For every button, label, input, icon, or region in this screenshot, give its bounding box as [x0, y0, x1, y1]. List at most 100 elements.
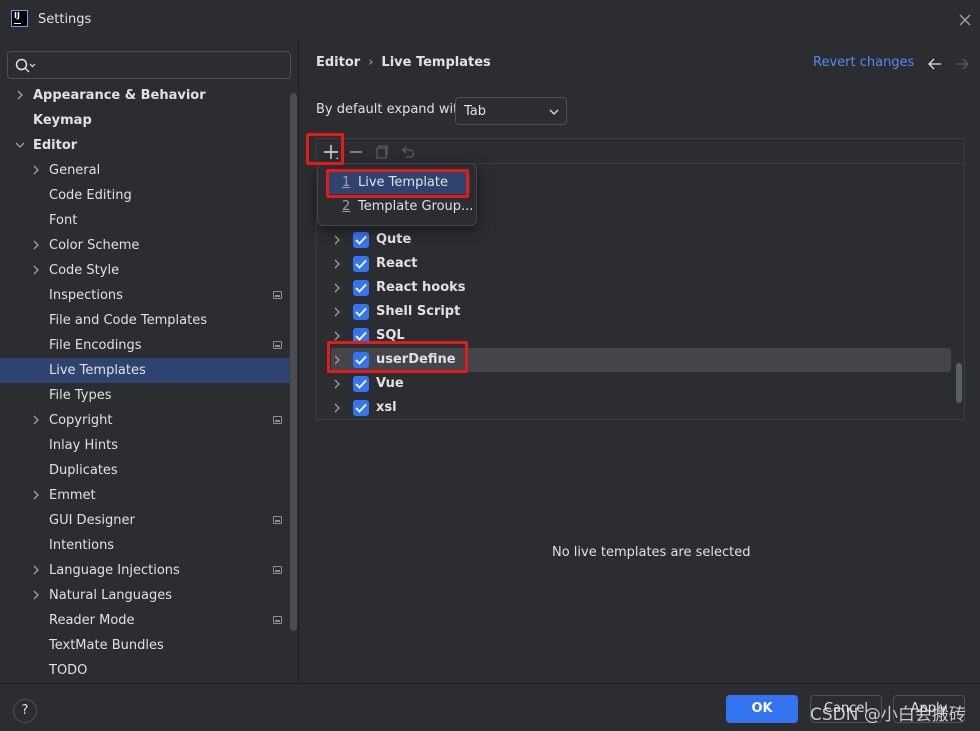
sidebar-item-inspections[interactable]: Inspections: [0, 283, 290, 308]
sidebar-item-natural-languages[interactable]: Natural Languages: [0, 583, 290, 608]
sidebar-item-file-and-code-templates[interactable]: File and Code Templates: [0, 308, 290, 333]
chevron-right-icon[interactable]: [15, 90, 25, 100]
chevron-right-icon[interactable]: [31, 265, 41, 275]
template-group-react-hooks[interactable]: React hooks: [317, 276, 964, 300]
sidebar-item-language-injections[interactable]: Language Injections: [0, 558, 290, 583]
project-level-icon: [273, 341, 282, 349]
chevron-right-icon[interactable]: [332, 307, 342, 317]
chevron-right-icon[interactable]: [332, 235, 342, 245]
sidebar-item-font[interactable]: Font: [0, 208, 290, 233]
template-group-react[interactable]: React: [317, 252, 964, 276]
search-input[interactable]: [7, 51, 291, 79]
group-checkbox[interactable]: [353, 352, 369, 368]
sidebar-scrollbar[interactable]: [290, 93, 297, 631]
settings-content: Editor › Live Templates Revert changes By …: [300, 40, 980, 683]
remove-icon[interactable]: [346, 142, 366, 162]
sidebar-item-label: Duplicates: [49, 463, 118, 478]
sidebar-item-code-style[interactable]: Code Style: [0, 258, 290, 283]
project-level-icon: [273, 616, 282, 624]
template-group-name: React hooks: [376, 280, 466, 295]
sidebar-item-reader-mode[interactable]: Reader Mode: [0, 608, 290, 633]
chevron-right-icon[interactable]: [31, 415, 41, 425]
template-group-userdefine[interactable]: userDefine: [331, 348, 951, 372]
undo-icon[interactable]: [398, 142, 418, 162]
group-checkbox[interactable]: [353, 304, 369, 320]
sidebar-item-emmet[interactable]: Emmet: [0, 483, 290, 508]
sidebar-item-copyright[interactable]: Copyright: [0, 408, 290, 433]
sidebar-item-editor[interactable]: Editor: [0, 133, 290, 158]
title-bar: IJ Settings: [0, 0, 980, 40]
project-level-icon: [273, 416, 282, 424]
group-checkbox[interactable]: [353, 328, 369, 344]
copy-icon[interactable]: [372, 142, 392, 162]
sidebar-item-code-editing[interactable]: Code Editing: [0, 183, 290, 208]
breadcrumb-item-editor[interactable]: Editor: [316, 55, 360, 70]
sidebar-item-duplicates[interactable]: Duplicates: [0, 458, 290, 483]
add-icon[interactable]: [321, 142, 341, 162]
sidebar-item-todo[interactable]: TODO: [0, 658, 290, 683]
group-checkbox[interactable]: [353, 400, 369, 416]
chevron-right-icon[interactable]: [31, 590, 41, 600]
group-checkbox[interactable]: [353, 232, 369, 248]
close-icon[interactable]: [956, 11, 974, 29]
sidebar-item-intentions[interactable]: Intentions: [0, 533, 290, 558]
template-group-qute[interactable]: Qute: [317, 228, 964, 252]
chevron-right-icon[interactable]: [332, 379, 342, 389]
sidebar-item-label: GUI Designer: [49, 513, 135, 528]
popup-item-live-template[interactable]: 1 Live Template: [326, 172, 470, 194]
sidebar-item-gui-designer[interactable]: GUI Designer: [0, 508, 290, 533]
chevron-right-icon[interactable]: [332, 403, 342, 413]
help-button[interactable]: ?: [13, 699, 37, 723]
ok-button[interactable]: OK: [726, 695, 798, 723]
sidebar-item-label: File Encodings: [49, 338, 142, 353]
chevron-down-icon[interactable]: [15, 140, 25, 150]
chevron-right-icon[interactable]: [31, 490, 41, 500]
sidebar-item-inlay-hints[interactable]: Inlay Hints: [0, 433, 290, 458]
chevron-right-icon[interactable]: [332, 331, 342, 341]
sidebar-item-appearance-behavior[interactable]: Appearance & Behavior: [0, 83, 290, 108]
add-popup-menu: 1 Live Template 2 Template Group...: [317, 163, 477, 226]
sidebar-item-label: Editor: [33, 138, 78, 153]
template-group-xsl[interactable]: xsl: [317, 396, 964, 420]
sidebar-item-label: General: [49, 163, 101, 178]
sidebar-item-color-scheme[interactable]: Color Scheme: [0, 233, 290, 258]
breadcrumb-item-live-templates: Live Templates: [381, 55, 491, 70]
chevron-right-icon[interactable]: [31, 565, 41, 575]
sidebar-item-file-encodings[interactable]: File Encodings: [0, 333, 290, 358]
sidebar-item-live-templates[interactable]: Live Templates: [0, 358, 290, 383]
expand-with-select[interactable]: Tab: [455, 97, 567, 125]
sidebar-item-label: Color Scheme: [49, 238, 140, 253]
chevron-right-icon[interactable]: [31, 240, 41, 250]
sidebar-item-general[interactable]: General: [0, 158, 290, 183]
window-title: Settings: [38, 12, 92, 27]
popup-item-label: Live Template: [358, 175, 448, 190]
back-arrow-icon[interactable]: [927, 58, 943, 70]
template-group-name: Vue: [376, 376, 404, 391]
template-group-name: userDefine: [376, 352, 456, 367]
sidebar-item-label: File Types: [49, 388, 112, 403]
sidebar-item-textmate-bundles[interactable]: TextMate Bundles: [0, 633, 290, 658]
template-group-vue[interactable]: Vue: [317, 372, 964, 396]
popup-item-template-group[interactable]: 2 Template Group...: [326, 196, 473, 218]
chevron-right-icon[interactable]: [332, 283, 342, 293]
forward-arrow-icon[interactable]: [954, 58, 970, 70]
template-group-shell-script[interactable]: Shell Script: [317, 300, 964, 324]
sidebar-item-label: Appearance & Behavior: [33, 88, 206, 103]
group-checkbox[interactable]: [353, 376, 369, 392]
sidebar-item-label: Inlay Hints: [49, 438, 118, 453]
template-scrollbar[interactable]: [956, 363, 962, 403]
chevron-right-icon[interactable]: [332, 355, 342, 365]
group-checkbox[interactable]: [353, 256, 369, 272]
settings-sidebar: Appearance & Behavior Keymap Editor General…: [0, 40, 299, 683]
chevron-right-icon[interactable]: [332, 259, 342, 269]
group-checkbox[interactable]: [353, 280, 369, 296]
sidebar-item-label: TODO: [49, 663, 88, 678]
revert-changes-link[interactable]: Revert changes: [813, 55, 914, 70]
sidebar-item-file-types[interactable]: File Types: [0, 383, 290, 408]
sidebar-item-keymap[interactable]: Keymap: [0, 108, 290, 133]
project-level-icon: [273, 516, 282, 524]
template-group-sql[interactable]: SQL: [317, 324, 964, 348]
sidebar-item-label: Emmet: [49, 488, 96, 503]
sidebar-item-label: TextMate Bundles: [49, 638, 164, 653]
chevron-right-icon[interactable]: [31, 165, 41, 175]
